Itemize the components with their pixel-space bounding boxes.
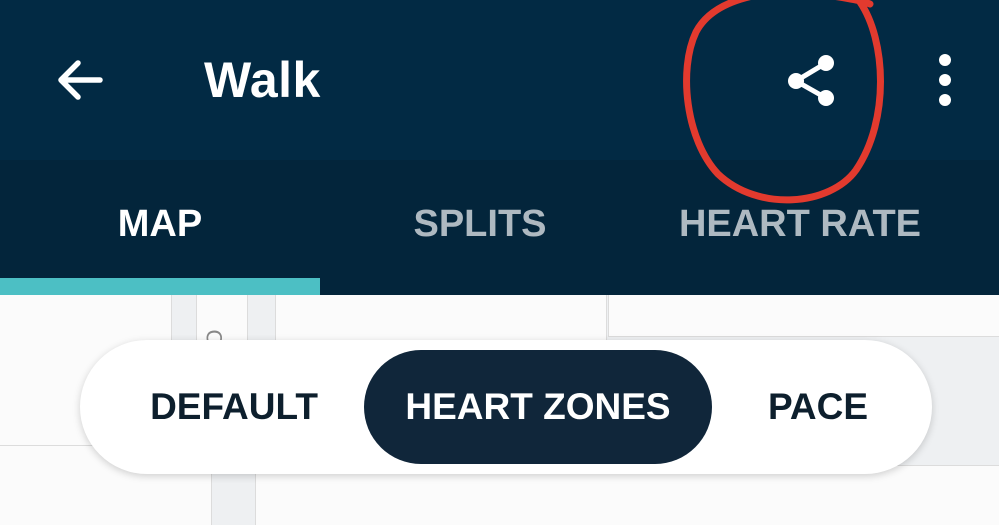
mode-heart-zones-button[interactable]: HEART ZONES [364, 350, 712, 464]
tab-heart-rate[interactable]: HEART RATE [640, 160, 960, 295]
more-vertical-icon [939, 54, 951, 106]
mode-default-button[interactable]: DEFAULT [100, 350, 368, 464]
back-button[interactable] [40, 40, 120, 120]
app-bar: Walk [0, 0, 999, 160]
share-button[interactable] [770, 40, 850, 120]
share-icon [788, 55, 834, 106]
tab-indicator [0, 278, 320, 295]
more-options-button[interactable] [910, 40, 980, 120]
page-title: Walk [204, 52, 321, 108]
arrow-left-icon [58, 60, 103, 100]
map-block [608, 295, 999, 337]
map-block [255, 465, 999, 525]
mode-pace-button[interactable]: PACE [720, 350, 916, 464]
tab-splits[interactable]: SPLITS [320, 160, 640, 295]
tab-map[interactable]: MAP [0, 160, 320, 295]
tab-bar: MAP SPLITS HEART RATE [0, 160, 999, 295]
map-mode-selector: DEFAULT HEART ZONES PACE [80, 340, 932, 474]
